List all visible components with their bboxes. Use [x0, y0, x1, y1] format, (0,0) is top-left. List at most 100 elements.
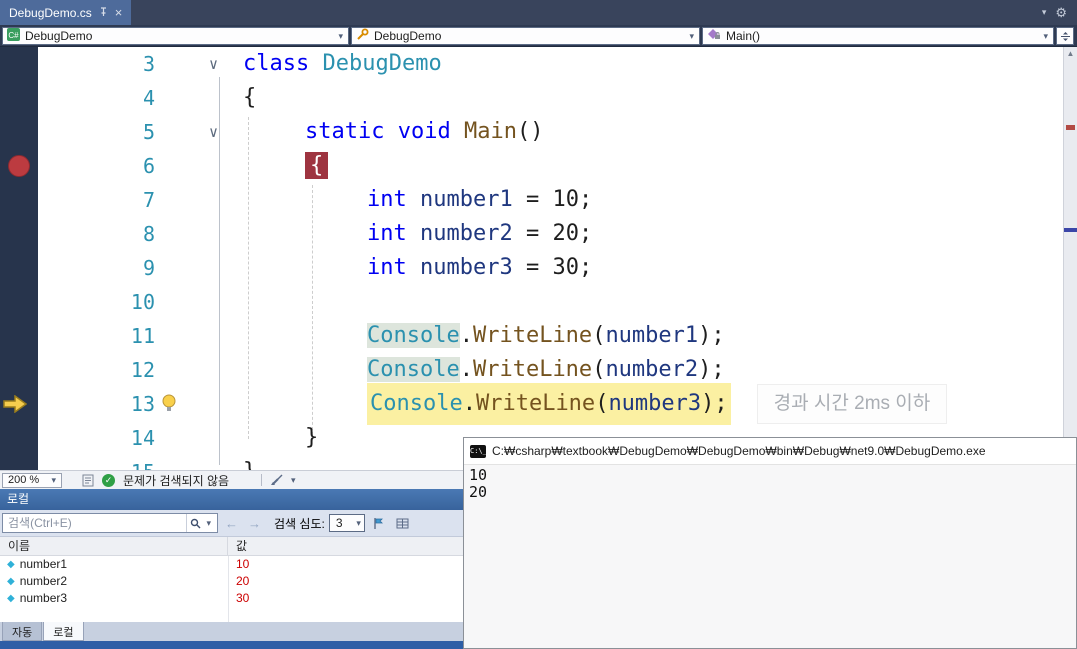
code-line-6[interactable]: 6{ — [0, 149, 1063, 183]
search-button[interactable]: ▾ — [186, 514, 217, 532]
code-text — [230, 285, 1063, 319]
editor-vertical-scrollbar[interactable]: ▲ — [1063, 47, 1077, 470]
tab-debugdemo-cs[interactable]: DebugDemo.cs × — [0, 0, 131, 25]
search-depth-dropdown[interactable]: 3 ▾ — [329, 514, 365, 532]
console-body[interactable]: 1020 — [464, 465, 1076, 503]
line-number: 7 — [38, 183, 158, 217]
scroll-up-icon[interactable]: ▲ — [1064, 49, 1077, 58]
perf-tip: 경과 시간 2ms 이하 — [757, 384, 948, 424]
health-status-text: 문제가 검색되지 않음 — [123, 472, 229, 489]
navigation-bar: C# DebugDemo ▾ DebugDemo ▾ Main() ▾ — [0, 25, 1077, 47]
document-health-icon[interactable] — [82, 474, 94, 487]
line-number: 11 — [38, 319, 158, 353]
current-statement-arrow-icon — [3, 395, 27, 413]
search-input[interactable] — [3, 516, 186, 530]
class-icon — [356, 28, 369, 44]
code-cleanup-broom-icon[interactable] — [270, 474, 283, 486]
search-box: ▾ — [2, 513, 218, 533]
flag-toggle-icon[interactable] — [369, 513, 389, 533]
line-number: 6 — [38, 149, 158, 183]
fold-gutter — [158, 353, 230, 387]
variable-icon: ◆ — [7, 573, 15, 590]
code-text: class DebugDemo — [230, 47, 1063, 81]
code-text: static void Main() — [230, 115, 1063, 149]
line-number: 8 — [38, 217, 158, 251]
csharp-project-icon: C# — [7, 28, 20, 44]
tab-자동[interactable]: 자동 — [2, 622, 42, 641]
variable-icon: ◆ — [7, 590, 15, 607]
line-number: 4 — [38, 81, 158, 115]
search-next-icon[interactable]: → — [245, 516, 264, 531]
fold-gutter — [158, 149, 230, 183]
chevron-down-icon: ▾ — [203, 518, 214, 529]
code-text: { — [230, 81, 1063, 115]
chevron-down-icon[interactable]: ▾ — [291, 475, 296, 486]
zoom-dropdown[interactable]: 200 % ▾ — [2, 473, 62, 488]
tab-title: DebugDemo.cs — [9, 6, 92, 20]
code-editor[interactable]: 3∨class DebugDemo4{5∨static void Main()6… — [0, 47, 1063, 470]
code-line-8[interactable]: 8int number2 = 20; — [0, 217, 1063, 251]
divider — [261, 474, 262, 486]
close-icon[interactable]: × — [115, 6, 123, 19]
chevron-down-icon: ▾ — [686, 31, 697, 42]
tab-로컬[interactable]: 로컬 — [43, 622, 83, 641]
gear-icon[interactable]: ⚙ — [1055, 5, 1067, 21]
code-line-7[interactable]: 7 int number1 = 10; — [0, 183, 1063, 217]
search-prev-icon[interactable]: ← — [222, 516, 241, 531]
column-header-name[interactable]: 이름 — [0, 537, 228, 555]
fold-gutter — [158, 455, 230, 470]
fold-gutter — [158, 81, 230, 115]
search-depth-label: 검색 심도: — [274, 515, 325, 532]
variable-name: number3 — [20, 590, 67, 607]
fold-marker-icon[interactable]: ∨ — [158, 47, 230, 81]
type-dropdown[interactable]: DebugDemo ▾ — [351, 27, 700, 45]
line-number: 13 — [38, 387, 158, 421]
code-text: int number3 = 30; — [230, 251, 1063, 285]
caret-scroll-mark — [1064, 228, 1077, 232]
console-window[interactable]: C:\_ C:₩csharp₩textbook₩DebugDemo₩DebugD… — [463, 437, 1077, 649]
variable-name: number1 — [20, 556, 67, 573]
split-window-button[interactable] — [1056, 27, 1074, 45]
code-line-4[interactable]: 4{ — [0, 81, 1063, 115]
breakpoint-scroll-mark — [1066, 125, 1075, 130]
variable-name: number2 — [20, 573, 67, 590]
visual-studio-window: DebugDemo.cs × ▾ ⚙ C# DebugDemo ▾ DebugD… — [0, 0, 1077, 649]
member-dropdown-label: Main() — [726, 29, 1035, 43]
chevron-down-icon: ▾ — [48, 475, 59, 486]
project-dropdown[interactable]: C# DebugDemo ▾ — [2, 27, 349, 45]
chevron-down-icon[interactable]: ▾ — [1042, 7, 1047, 18]
console-title-text: C:₩csharp₩textbook₩DebugDemo₩DebugDemo₩b… — [492, 444, 986, 458]
code-line-11[interactable]: 11Console.WriteLine(number1); — [0, 319, 1063, 353]
health-check-icon[interactable]: ✓ — [102, 474, 115, 487]
code-text: int number1 = 10; — [230, 183, 1063, 217]
columns-toggle-icon[interactable] — [393, 513, 413, 533]
breakpoint-icon[interactable] — [8, 155, 30, 177]
fold-gutter — [158, 217, 230, 251]
line-number: 10 — [38, 285, 158, 319]
chevron-down-icon: ▾ — [353, 518, 364, 529]
code-text: Console.WriteLine(number2); — [230, 353, 1063, 387]
pin-icon[interactable] — [99, 6, 108, 20]
code-line-5[interactable]: 5∨static void Main() — [0, 115, 1063, 149]
tabstrip-actions: ▾ ⚙ — [1042, 0, 1077, 25]
console-title-bar[interactable]: C:\_ C:₩csharp₩textbook₩DebugDemo₩DebugD… — [464, 438, 1076, 465]
column-divider — [228, 556, 229, 622]
fold-gutter — [158, 251, 230, 285]
console-icon: C:\_ — [470, 445, 486, 458]
quick-actions-bulb-icon[interactable] — [160, 393, 180, 413]
code-line-12[interactable]: 12Console.WriteLine(number2); — [0, 353, 1063, 387]
code-line-3[interactable]: 3∨class DebugDemo — [0, 47, 1063, 81]
variable-value: 10 — [228, 556, 249, 573]
fold-marker-icon[interactable]: ∨ — [158, 115, 230, 149]
method-icon — [707, 28, 721, 44]
zoom-level: 200 % — [8, 474, 46, 486]
chevron-down-icon: ▾ — [1040, 31, 1051, 42]
search-depth-value: 3 — [336, 516, 350, 530]
console-output-line: 10 — [469, 467, 1071, 484]
code-line-9[interactable]: 9int number3 = 30; — [0, 251, 1063, 285]
column-header-value[interactable]: 값 — [228, 537, 247, 555]
code-line-10[interactable]: 10 — [0, 285, 1063, 319]
member-dropdown[interactable]: Main() ▾ — [702, 27, 1054, 45]
code-text: { — [230, 149, 1063, 183]
fold-gutter — [158, 183, 230, 217]
